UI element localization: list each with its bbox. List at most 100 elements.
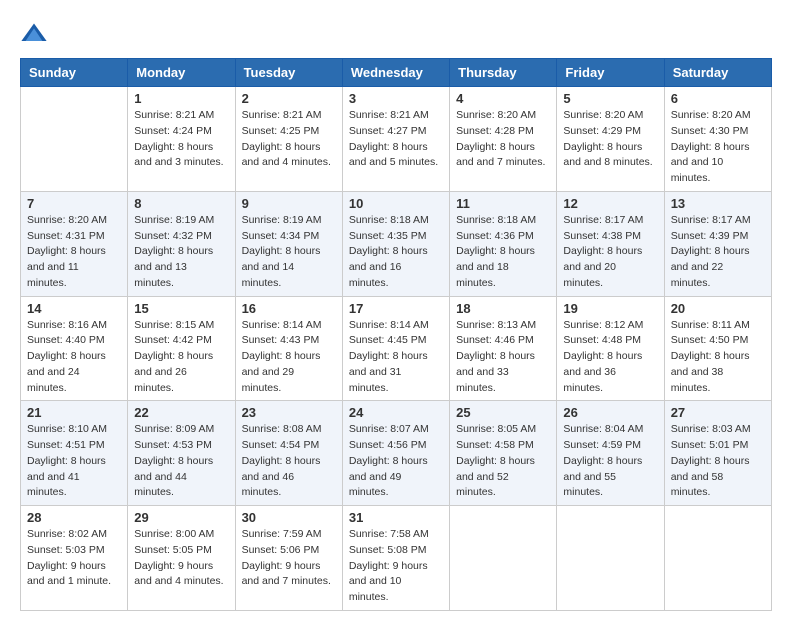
day-detail: Sunrise: 8:21 AMSunset: 4:27 PMDaylight:… xyxy=(349,108,443,171)
day-number: 14 xyxy=(27,301,121,316)
daylight-text: Daylight: 8 hours xyxy=(242,349,336,365)
day-number: 7 xyxy=(27,196,121,211)
day-detail: Sunrise: 8:03 AMSunset: 5:01 PMDaylight:… xyxy=(671,422,765,501)
sunrise-text: Sunrise: 8:05 AM xyxy=(456,422,550,438)
calendar-cell: 1Sunrise: 8:21 AMSunset: 4:24 PMDaylight… xyxy=(128,87,235,192)
sunrise-text: Sunrise: 8:21 AM xyxy=(349,108,443,124)
calendar-cell: 8 Sunrise: 8:19 AMSunset: 4:32 PMDaylight… xyxy=(128,191,235,296)
daylight-text: Daylight: 8 hours xyxy=(671,244,765,260)
sunrise-text: Sunrise: 8:02 AM xyxy=(27,527,121,543)
day-number: 27 xyxy=(671,405,765,420)
daylight-text-cont: and and 18 minutes. xyxy=(456,260,550,292)
sunset-text: Sunset: 4:45 PM xyxy=(349,333,443,349)
daylight-text: Daylight: 8 hours xyxy=(134,140,228,156)
sunset-text: Sunset: 4:32 PM xyxy=(134,229,228,245)
header-monday: Monday xyxy=(128,59,235,87)
calendar-cell: 9Sunrise: 8:19 AMSunset: 4:34 PMDaylight… xyxy=(235,191,342,296)
calendar-cell: 10Sunrise: 8:18 AMSunset: 4:35 PMDayligh… xyxy=(342,191,449,296)
day-detail: Sunrise: 8:21 AMSunset: 4:24 PMDaylight:… xyxy=(134,108,228,171)
header-friday: Friday xyxy=(557,59,664,87)
daylight-text-cont: and and 5 minutes. xyxy=(349,155,443,171)
day-number: 11 xyxy=(456,196,550,211)
calendar-cell: 20Sunrise: 8:11 AMSunset: 4:50 PMDayligh… xyxy=(664,296,771,401)
daylight-text: Daylight: 8 hours xyxy=(456,454,550,470)
sunset-text: Sunset: 5:06 PM xyxy=(242,543,336,559)
day-number: 28 xyxy=(27,510,121,525)
daylight-text: Daylight: 8 hours xyxy=(134,454,228,470)
day-number: 5 xyxy=(563,91,657,106)
sunrise-text: Sunrise: 8:18 AM xyxy=(456,213,550,229)
sunrise-text: Sunrise: 8:08 AM xyxy=(242,422,336,438)
sunset-text: Sunset: 4:53 PM xyxy=(134,438,228,454)
daylight-text-cont: and and 46 minutes. xyxy=(242,470,336,502)
calendar-cell: 30Sunrise: 7:59 AMSunset: 5:06 PMDayligh… xyxy=(235,506,342,611)
daylight-text: Daylight: 8 hours xyxy=(242,140,336,156)
day-number: 8 xyxy=(134,196,228,211)
daylight-text-cont: and and 44 minutes. xyxy=(134,470,228,502)
sunrise-text: Sunrise: 7:58 AM xyxy=(349,527,443,543)
daylight-text: Daylight: 8 hours xyxy=(134,349,228,365)
sunrise-text: Sunrise: 8:20 AM xyxy=(27,213,121,229)
calendar-cell: 3Sunrise: 8:21 AMSunset: 4:27 PMDaylight… xyxy=(342,87,449,192)
logo xyxy=(20,20,52,48)
daylight-text: Daylight: 9 hours xyxy=(242,559,336,575)
sunrise-text: Sunrise: 8:20 AM xyxy=(671,108,765,124)
daylight-text: Daylight: 8 hours xyxy=(349,244,443,260)
sunrise-text: Sunrise: 7:59 AM xyxy=(242,527,336,543)
sunrise-text: Sunrise: 8:04 AM xyxy=(563,422,657,438)
sunrise-text: Sunrise: 8:21 AM xyxy=(134,108,228,124)
header-tuesday: Tuesday xyxy=(235,59,342,87)
daylight-text-cont: and and 33 minutes. xyxy=(456,365,550,397)
sunrise-text: Sunrise: 8:00 AM xyxy=(134,527,228,543)
sunset-text: Sunset: 5:01 PM xyxy=(671,438,765,454)
day-detail: Sunrise: 8:05 AMSunset: 4:58 PMDaylight:… xyxy=(456,422,550,501)
daylight-text: Daylight: 8 hours xyxy=(671,454,765,470)
calendar-cell xyxy=(21,87,128,192)
sunset-text: Sunset: 4:56 PM xyxy=(349,438,443,454)
daylight-text-cont: and and 29 minutes. xyxy=(242,365,336,397)
sunrise-text: Sunrise: 8:16 AM xyxy=(27,318,121,334)
sunset-text: Sunset: 5:05 PM xyxy=(134,543,228,559)
calendar-cell: 16Sunrise: 8:14 AMSunset: 4:43 PMDayligh… xyxy=(235,296,342,401)
day-number: 16 xyxy=(242,301,336,316)
daylight-text-cont: and and 20 minutes. xyxy=(563,260,657,292)
day-number: 9 xyxy=(242,196,336,211)
sunset-text: Sunset: 4:34 PM xyxy=(242,229,336,245)
day-detail: Sunrise: 7:58 AMSunset: 5:08 PMDaylight:… xyxy=(349,527,443,606)
day-number: 15 xyxy=(134,301,228,316)
sunset-text: Sunset: 5:03 PM xyxy=(27,543,121,559)
daylight-text-cont: and and 4 minutes. xyxy=(134,574,228,590)
sunrise-text: Sunrise: 8:07 AM xyxy=(349,422,443,438)
day-detail: Sunrise: 8:09 AMSunset: 4:53 PMDaylight:… xyxy=(134,422,228,501)
day-detail: Sunrise: 8:18 AMSunset: 4:36 PMDaylight:… xyxy=(456,213,550,292)
sunrise-text: Sunrise: 8:10 AM xyxy=(27,422,121,438)
sunset-text: Sunset: 4:42 PM xyxy=(134,333,228,349)
day-number: 6 xyxy=(671,91,765,106)
calendar-cell: 4Sunrise: 8:20 AMSunset: 4:28 PMDaylight… xyxy=(450,87,557,192)
sunset-text: Sunset: 4:54 PM xyxy=(242,438,336,454)
day-detail: Sunrise: 8:20 AMSunset: 4:29 PMDaylight:… xyxy=(563,108,657,171)
daylight-text-cont: and and 10 minutes. xyxy=(349,574,443,606)
calendar-week-4: 21Sunrise: 8:10 AMSunset: 4:51 PMDayligh… xyxy=(21,401,772,506)
sunrise-text: Sunrise: 8:21 AM xyxy=(242,108,336,124)
daylight-text-cont: and and 55 minutes. xyxy=(563,470,657,502)
daylight-text-cont: and and 3 minutes. xyxy=(134,155,228,171)
daylight-text: Daylight: 9 hours xyxy=(349,559,443,575)
daylight-text: Daylight: 8 hours xyxy=(134,244,228,260)
day-detail: Sunrise: 8:19 AMSunset: 4:32 PMDaylight:… xyxy=(134,213,228,292)
day-detail: Sunrise: 8:20 AMSunset: 4:28 PMDaylight:… xyxy=(456,108,550,171)
day-detail: Sunrise: 8:17 AMSunset: 4:38 PMDaylight:… xyxy=(563,213,657,292)
calendar-cell: 24Sunrise: 8:07 AMSunset: 4:56 PMDayligh… xyxy=(342,401,449,506)
sunset-text: Sunset: 4:25 PM xyxy=(242,124,336,140)
calendar-header-row: SundayMondayTuesdayWednesdayThursdayFrid… xyxy=(21,59,772,87)
day-detail: Sunrise: 7:59 AMSunset: 5:06 PMDaylight:… xyxy=(242,527,336,590)
daylight-text: Daylight: 8 hours xyxy=(349,349,443,365)
day-number: 31 xyxy=(349,510,443,525)
sunset-text: Sunset: 5:08 PM xyxy=(349,543,443,559)
sunset-text: Sunset: 4:30 PM xyxy=(671,124,765,140)
calendar-cell: 28Sunrise: 8:02 AMSunset: 5:03 PMDayligh… xyxy=(21,506,128,611)
sunset-text: Sunset: 4:51 PM xyxy=(27,438,121,454)
calendar-week-1: 1Sunrise: 8:21 AMSunset: 4:24 PMDaylight… xyxy=(21,87,772,192)
calendar-cell: 25Sunrise: 8:05 AMSunset: 4:58 PMDayligh… xyxy=(450,401,557,506)
sunrise-text: Sunrise: 8:19 AM xyxy=(134,213,228,229)
